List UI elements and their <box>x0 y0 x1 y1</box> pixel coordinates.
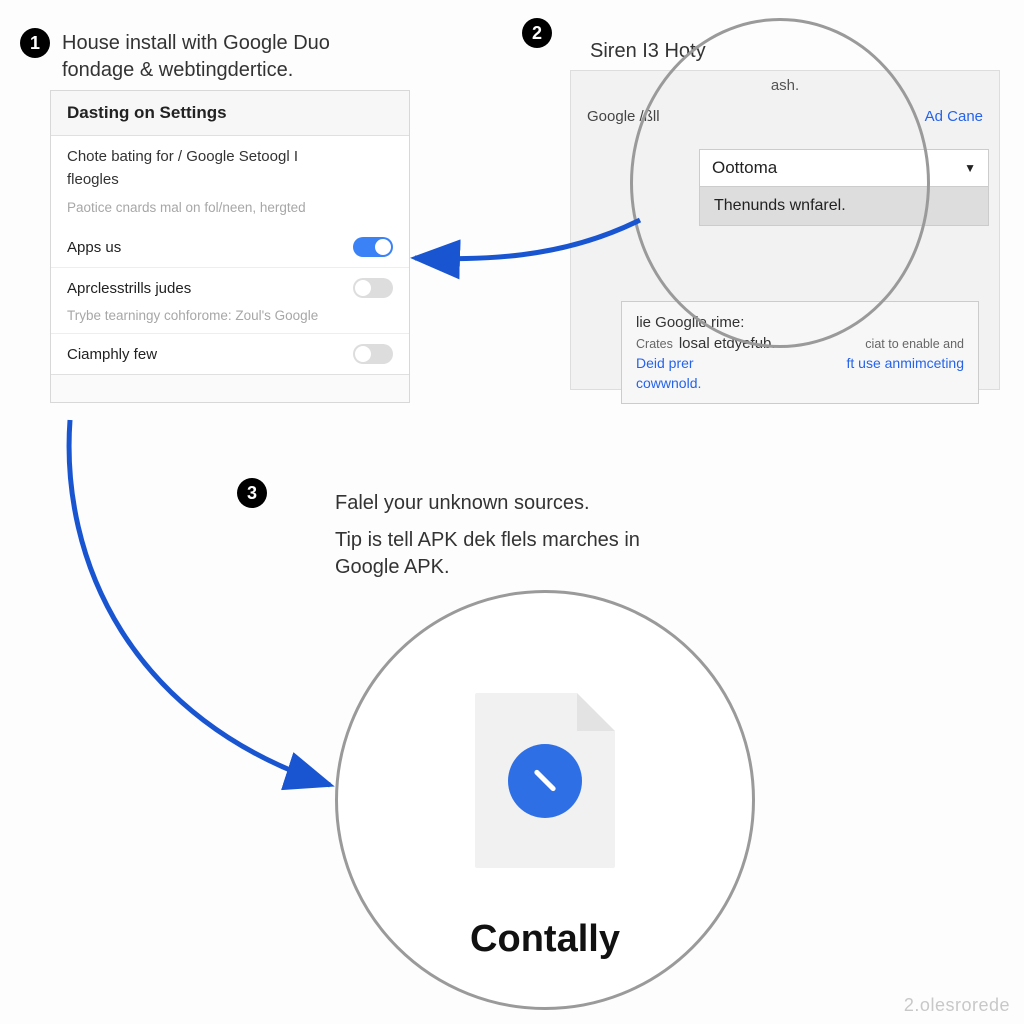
dropdown-value: Oottoma <box>712 158 777 178</box>
step-1-badge: 1 <box>20 28 50 58</box>
browser-panel: ash. Google /ßll Ad Cane Oottoma ▼ Thenu… <box>570 70 1000 390</box>
info-title-2: losal etdyefub. <box>679 333 776 354</box>
dropdown-wrap: Oottoma ▼ Thenunds wnfarel. <box>699 149 989 226</box>
info-box: lie Googlle rime: Crates losal etdyefub.… <box>621 301 979 404</box>
settings-panel-title: Dasting on Settings <box>51 91 409 136</box>
info-anmimceting-link[interactable]: ft use anmimceting <box>847 354 965 374</box>
toggle-aprclesstrills[interactable] <box>353 278 393 298</box>
ad-cane-link[interactable]: Ad Cane <box>925 108 983 125</box>
info-enable: ciat to enable and <box>865 336 964 354</box>
toggle-ciamphly[interactable] <box>353 344 393 364</box>
edit-badge-icon <box>508 744 582 818</box>
settings-grey-1: Paotice cnards mal on fol/neen, hergted <box>51 196 409 227</box>
row-aprclesstrills[interactable]: Aprclesstrills judes <box>51 267 409 308</box>
dropdown-menu-item[interactable]: Thenunds wnfarel. <box>699 187 989 226</box>
watermark: 2.olesrorede <box>904 995 1010 1016</box>
step-3-caption-1: Falel your unknown sources. <box>335 490 695 517</box>
settings-panel-footer <box>51 374 409 402</box>
step-3-caption-2: Tip is tell APK dek flels marches in Goo… <box>335 527 695 581</box>
info-cowwnold-link[interactable]: cowwnold. <box>636 375 701 391</box>
info-title-1: lie Googlle rime: <box>636 312 744 333</box>
chevron-down-icon: ▼ <box>964 161 976 175</box>
dropdown[interactable]: Oottoma ▼ <box>699 149 989 187</box>
row-apps-us[interactable]: Apps us <box>51 227 409 267</box>
step-1-caption: House install with Google Duo fondage & … <box>62 30 402 84</box>
document-fold-icon <box>577 693 615 731</box>
row-aprclesstrills-label: Aprclesstrills judes <box>67 280 191 297</box>
panel2-google-label: Google /ßll <box>587 108 660 125</box>
settings-panel: Dasting on Settings Chote bating for / G… <box>50 90 410 403</box>
info-crates: Crates <box>636 336 673 354</box>
row-apps-us-label: Apps us <box>67 239 121 256</box>
settings-line-2: fleogles <box>51 169 409 196</box>
row-ciamphly[interactable]: Ciamphly few <box>51 333 409 374</box>
apk-circle: Contally <box>335 590 755 1010</box>
document-icon <box>475 693 615 868</box>
step-3-badge: 3 <box>237 478 267 508</box>
settings-grey-2-text: Trybe tearningy cohforome: Zoul's Google <box>67 308 318 323</box>
info-deid-link[interactable]: Deid prer <box>636 354 694 374</box>
edit-slash-icon <box>533 769 556 792</box>
settings-line-1: Chote bating for / Google Setoogl I <box>51 136 409 169</box>
step-2-badge: 2 <box>522 18 552 48</box>
step-2-caption: Siren I3 Hoty <box>590 38 706 65</box>
settings-grey-2: Trybe tearningy cohforome: Zoul's Google <box>51 308 409 333</box>
toggle-apps-us[interactable] <box>353 237 393 257</box>
panel2-ash: ash. <box>571 71 999 94</box>
apk-app-name: Contally <box>470 918 620 961</box>
row-ciamphly-label: Ciamphly few <box>67 346 157 363</box>
